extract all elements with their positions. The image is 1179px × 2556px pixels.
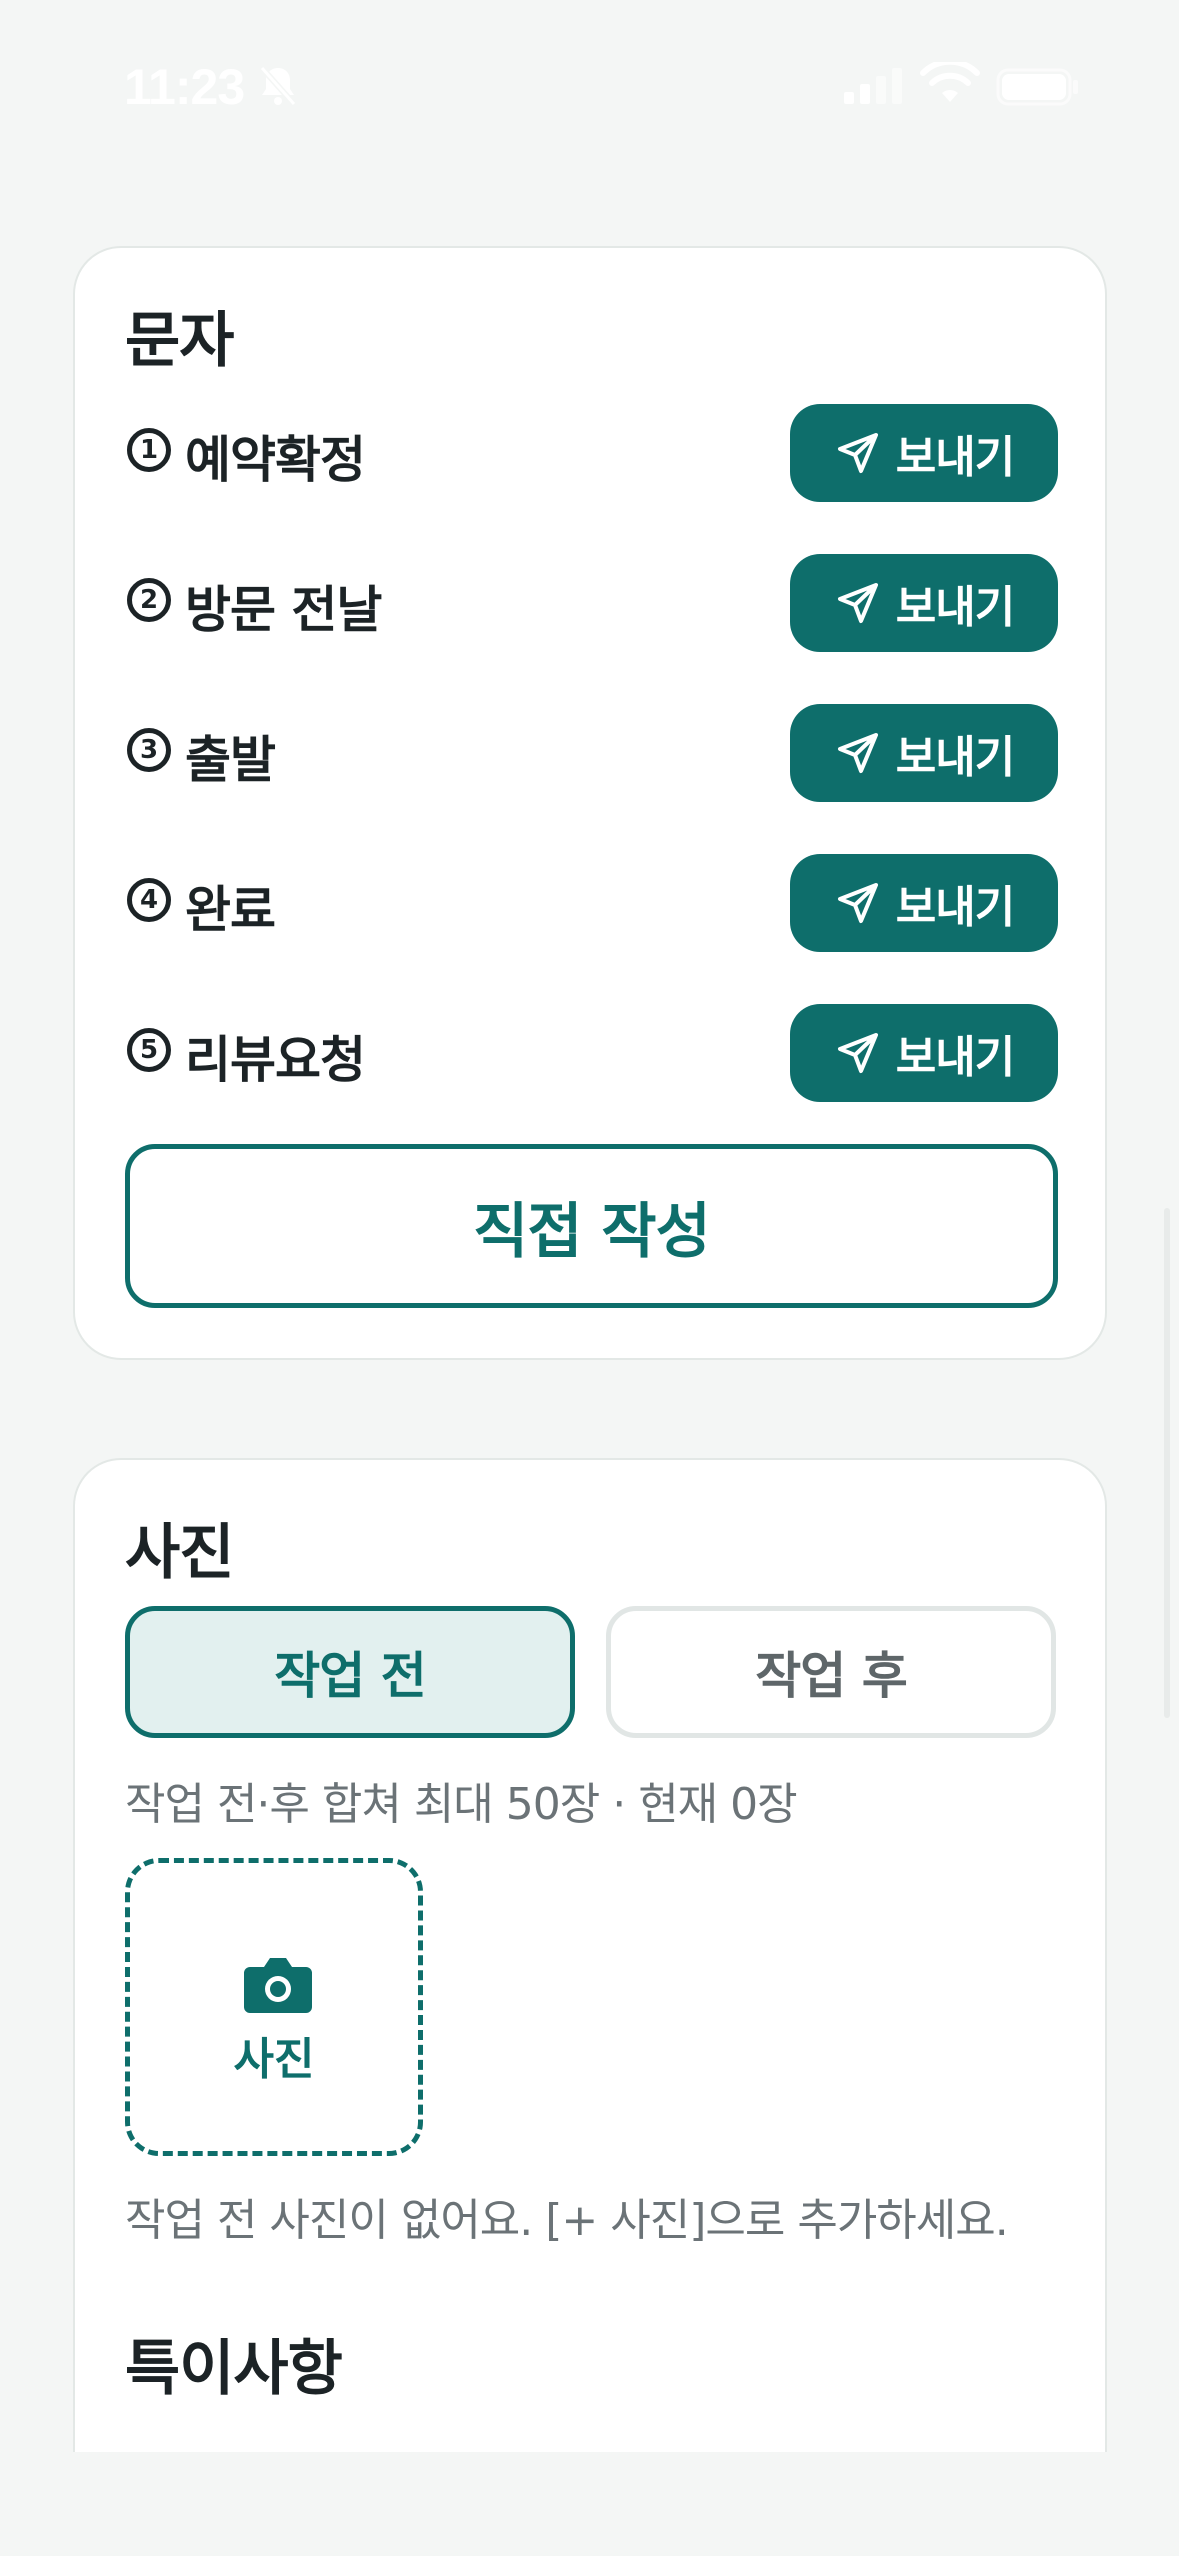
send-button[interactable]: 보내기 [790,704,1058,802]
sms-item-review-request: 5 리뷰요청 보내기 [125,1004,1058,1102]
add-photo-label: 사진 [233,2034,315,2085]
step-number-badge: 4 [127,878,171,922]
sms-item-departure: 3 출발 보내기 [125,704,1058,802]
tab-before-work[interactable]: 작업 전 [125,1606,575,1738]
sms-item-label: 예약확정 [185,431,366,489]
send-button-label: 보내기 [895,1032,1015,1083]
sms-item-complete: 4 완료 보내기 [125,854,1058,952]
paper-plane-icon [837,433,878,473]
tab-after-work[interactable]: 작업 후 [606,1606,1056,1738]
send-button[interactable]: 보내기 [790,404,1058,502]
send-button-label: 보내기 [895,882,1015,933]
photo-card: 사진 작업 전 작업 후 작업 전·후 합쳐 최대 50장 · 현재 0장 사진… [73,1458,1107,2556]
sms-item-reservation-confirm: 1 예약확정 보내기 [125,404,1058,502]
paper-plane-icon [837,1033,878,1073]
sms-item-label: 방문 전날 [185,581,382,639]
screen: 11:23 문자 1 예약확정 보내기 2 방문 전날 보내기 3 출발 보내기… [0,0,1179,2556]
scroll-indicator[interactable] [1164,1208,1170,1718]
sms-item-day-before: 2 방문 전날 보내기 [125,554,1058,652]
paper-plane-icon [837,583,878,623]
send-button-label: 보내기 [895,432,1015,483]
sms-card: 문자 1 예약확정 보내기 2 방문 전날 보내기 3 출발 보내기 4 완료 … [73,246,1107,1360]
battery-icon [996,68,1078,106]
add-photo-button[interactable]: 사진 [125,1858,423,2156]
compose-message-button[interactable]: 직접 작성 [125,1144,1058,1308]
photo-count-info: 작업 전·후 합쳐 최대 50장 · 현재 0장 [125,1779,798,1830]
step-number-badge: 2 [127,578,171,622]
send-button[interactable]: 보내기 [790,554,1058,652]
send-button-label: 보내기 [895,582,1015,633]
step-number-badge: 1 [127,428,171,472]
empty-photos-message: 작업 전 사진이 없어요. [+ 사진]으로 추가하세요. [125,2195,1009,2246]
photo-section-title: 사진 [125,1518,234,1588]
step-number-badge: 5 [127,1028,171,1072]
paper-plane-icon [837,733,878,773]
sms-section-title: 문자 [125,306,234,376]
sms-item-label: 리뷰요청 [185,1031,366,1089]
paper-plane-icon [837,883,878,923]
cellular-signal-icon [844,68,902,104]
bell-slash-icon [259,66,297,106]
send-button[interactable]: 보내기 [790,854,1058,952]
wifi-icon [920,62,980,102]
notes-section-title: 특이사항 [125,2334,343,2404]
bottom-safe-area [0,2452,1179,2556]
sms-item-label: 출발 [185,731,276,789]
status-time: 11:23 [124,59,245,115]
status-bar: 11:23 [0,0,1179,170]
step-number-badge: 3 [127,728,171,772]
camera-icon [244,1958,312,2013]
send-button[interactable]: 보내기 [790,1004,1058,1102]
sms-item-label: 완료 [185,881,276,939]
send-button-label: 보내기 [895,732,1015,783]
